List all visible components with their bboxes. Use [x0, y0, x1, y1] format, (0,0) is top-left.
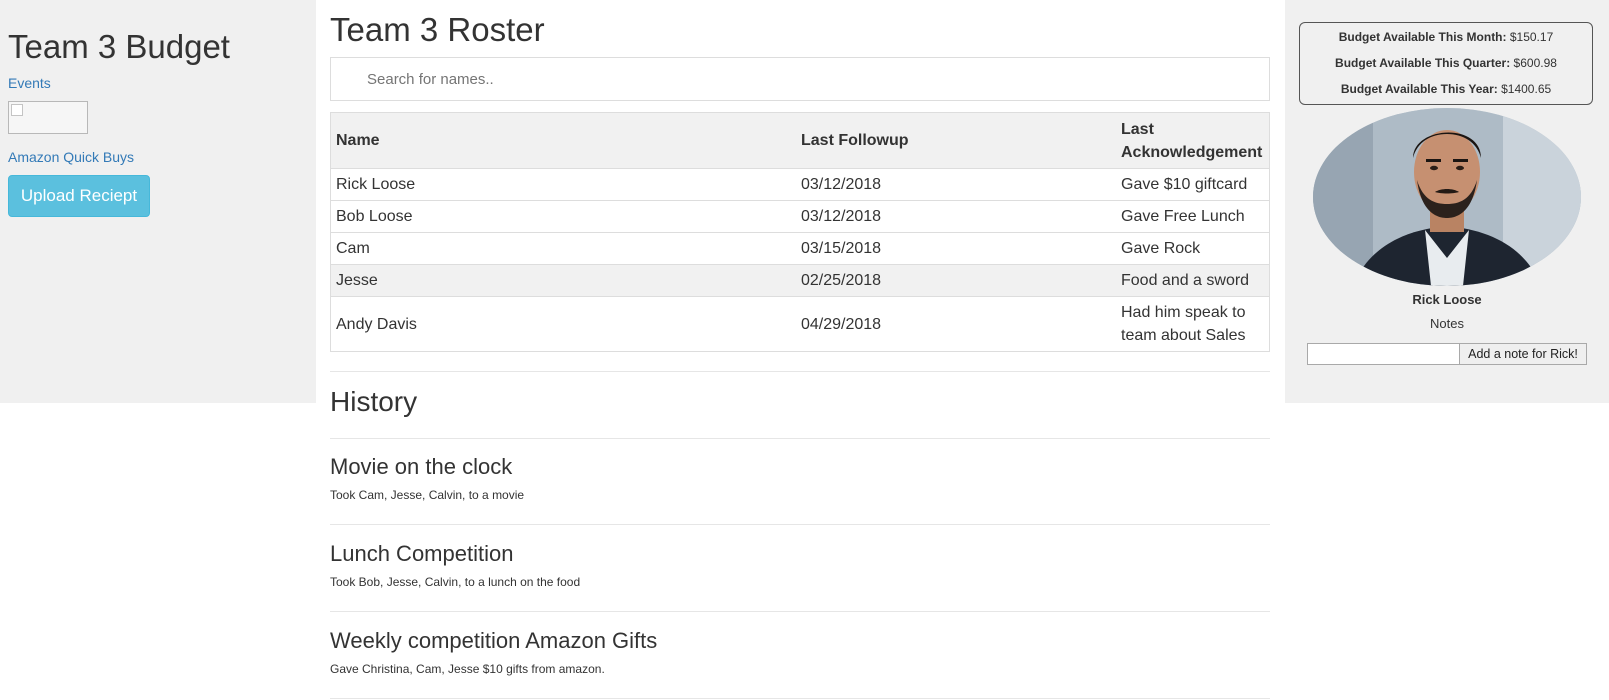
right-panel: Budget Available This Month: $150.17 Bud… [1285, 0, 1609, 403]
roster-header-row: Name Last Followup Last Acknowledgement [330, 112, 1270, 169]
upload-receipt-button[interactable]: Upload Reciept [8, 175, 150, 217]
column-header-last-followup[interactable]: Last Followup [796, 112, 1116, 169]
table-row[interactable]: Rick Loose 03/12/2018 Gave $10 giftcard [330, 168, 1270, 201]
budget-summary: Budget Available This Month: $150.17 Bud… [1299, 22, 1593, 105]
history-item-desc: Gave Christina, Cam, Jesse $10 gifts fro… [330, 662, 605, 676]
cell-followup: 02/25/2018 [796, 264, 1116, 297]
cell-followup: 03/15/2018 [796, 232, 1116, 265]
cell-name: Jesse [330, 264, 796, 297]
table-row[interactable]: Bob Loose 03/12/2018 Gave Free Lunch [330, 200, 1270, 233]
budget-year: Budget Available This Year: $1400.65 [1300, 76, 1592, 102]
cell-followup: 03/12/2018 [796, 200, 1116, 233]
history-item-desc: Took Bob, Jesse, Calvin, to a lunch on t… [330, 575, 581, 589]
history-item-title: Lunch Competition [330, 541, 514, 566]
history-item: Lunch Competition Took Bob, Jesse, Calvi… [330, 541, 1270, 589]
cell-ack: Food and a sword [1116, 264, 1270, 297]
column-header-name[interactable]: Name [330, 112, 796, 169]
add-note-button[interactable]: Add a note for Rick! [1459, 343, 1587, 365]
table-row[interactable]: Jesse 02/25/2018 Food and a sword [330, 264, 1270, 297]
amazon-quick-buys-link[interactable]: Amazon Quick Buys [8, 149, 134, 165]
cell-name: Rick Loose [330, 168, 796, 201]
portrait-photo [1313, 108, 1581, 286]
cell-followup: 03/12/2018 [796, 168, 1116, 201]
cell-ack: Gave Rock [1116, 232, 1270, 265]
broken-image-icon [8, 101, 88, 134]
table-row[interactable]: Cam 03/15/2018 Gave Rock [330, 232, 1270, 265]
main-content: Team 3 Roster Name Last Followup Last Ac… [330, 0, 1270, 700]
profile-name: Rick Loose [1412, 292, 1482, 307]
roster-table: Name Last Followup Last Acknowledgement … [330, 112, 1270, 352]
budget-year-value: $1400.65 [1501, 82, 1552, 96]
cell-name: Cam [330, 232, 796, 265]
history-item-title: Movie on the clock [330, 454, 513, 479]
budget-month: Budget Available This Month: $150.17 [1300, 24, 1592, 50]
table-row[interactable]: Andy Davis 04/29/2018 Had him speak to t… [330, 296, 1270, 352]
cell-ack: Had him speak to team about Sales [1116, 296, 1270, 352]
note-input[interactable] [1307, 343, 1460, 365]
divider [330, 611, 1270, 612]
events-link[interactable]: Events [8, 75, 51, 91]
budget-year-label: Budget Available This Year: [1340, 82, 1498, 96]
cell-name: Bob Loose [330, 200, 796, 233]
left-sidebar: Team 3 Budget Events Amazon Quick Buys U… [0, 0, 316, 403]
notes-label: Notes [1430, 316, 1464, 331]
cell-ack: Gave Free Lunch [1116, 200, 1270, 233]
budget-quarter-value: $600.98 [1513, 56, 1557, 70]
cell-ack: Gave $10 giftcard [1116, 168, 1270, 201]
history-item: Weekly competition Amazon Gifts Gave Chr… [330, 628, 1270, 676]
cell-name: Andy Davis [330, 296, 796, 352]
history-title: History [330, 386, 418, 417]
name-search-input[interactable] [330, 57, 1270, 101]
budget-quarter-label: Budget Available This Quarter: [1335, 56, 1511, 70]
divider [330, 698, 1270, 699]
history-item-title: Weekly competition Amazon Gifts [330, 628, 658, 653]
divider [330, 438, 1270, 439]
history-item: Movie on the clock Took Cam, Jesse, Calv… [330, 454, 1270, 502]
divider [330, 524, 1270, 525]
history-item-desc: Took Cam, Jesse, Calvin, to a movie [330, 488, 525, 502]
budget-month-label: Budget Available This Month: [1338, 30, 1507, 44]
divider [330, 371, 1270, 372]
roster-title: Team 3 Roster [330, 11, 545, 48]
budget-month-value: $150.17 [1509, 30, 1554, 44]
budget-title: Team 3 Budget [8, 28, 230, 65]
column-header-last-acknowledgement[interactable]: Last Acknowledgement [1116, 112, 1270, 169]
budget-quarter: Budget Available This Quarter: $600.98 [1300, 50, 1592, 76]
cell-followup: 04/29/2018 [796, 296, 1116, 352]
